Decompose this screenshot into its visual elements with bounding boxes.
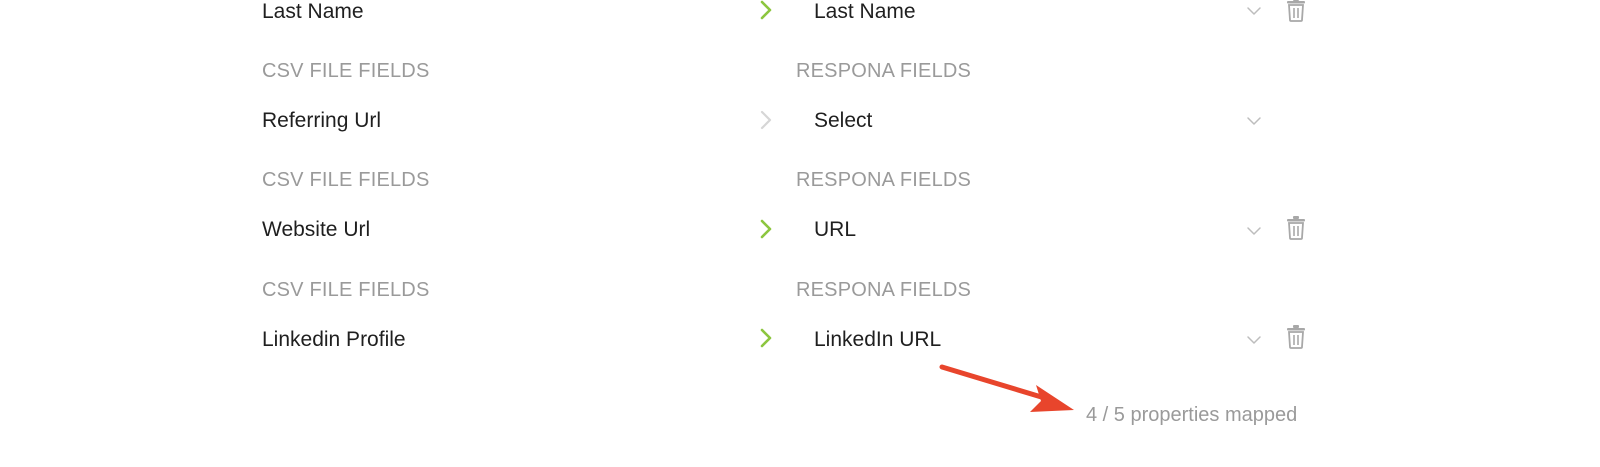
arrow-icon <box>939 364 1074 412</box>
field-mapping-panel: Last Name Last Name CSV FILE FIELDS RESP… <box>0 0 1600 467</box>
properties-mapped-summary: 4 / 5 properties mapped <box>1086 404 1298 426</box>
